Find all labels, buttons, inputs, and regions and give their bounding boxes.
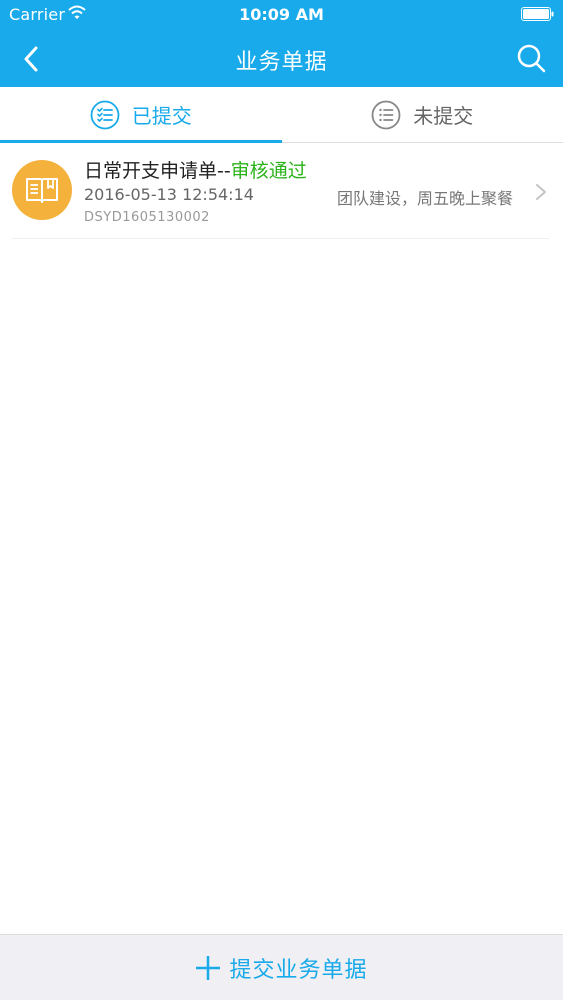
- list-item[interactable]: 日常开支申请单--审核通过 2016-05-13 12:54:14 DSYD16…: [12, 143, 549, 239]
- tab-submitted-label: 已提交: [131, 104, 192, 128]
- page-title: 业务单据: [235, 50, 328, 75]
- status-time: 10:09 AM: [239, 5, 324, 24]
- tab-unsubmitted-label: 未提交: [413, 104, 474, 128]
- top-bar: Carrier 10:09 AM 业务单据: [0, 0, 563, 87]
- chevron-right-icon: [536, 184, 546, 200]
- book-icon: [26, 178, 58, 203]
- item-code: DSYD1605130002: [84, 210, 210, 225]
- submit-document-button[interactable]: 提交业务单据: [0, 934, 563, 1000]
- checklist-icon: [90, 100, 120, 129]
- tab-unsubmitted[interactable]: 未提交: [282, 87, 563, 142]
- submit-document-label: 提交业务单据: [229, 957, 368, 983]
- avatar: [12, 160, 72, 220]
- item-title-separator: --: [217, 160, 231, 182]
- navigation-bar: 业务单据: [0, 30, 563, 87]
- item-remark: 团队建设，周五晚上聚餐: [336, 189, 513, 208]
- status-bar: Carrier 10:09 AM: [0, 0, 563, 30]
- item-datetime: 2016-05-13 12:54:14: [84, 185, 254, 204]
- battery-icon: [521, 7, 554, 21]
- tab-bar: 已提交 未提交: [0, 87, 563, 143]
- item-title-text: 日常开支申请单: [84, 160, 218, 182]
- search-icon: [517, 44, 546, 73]
- item-title: 日常开支申请单--审核通过: [84, 156, 307, 183]
- tab-submitted[interactable]: 已提交: [0, 87, 282, 143]
- status-badge: 审核通过: [230, 160, 307, 182]
- search-button[interactable]: [513, 40, 549, 76]
- document-list: 日常开支申请单--审核通过 2016-05-13 12:54:14 DSYD16…: [0, 143, 563, 239]
- list-icon: [371, 100, 401, 129]
- plus-icon: [196, 955, 221, 980]
